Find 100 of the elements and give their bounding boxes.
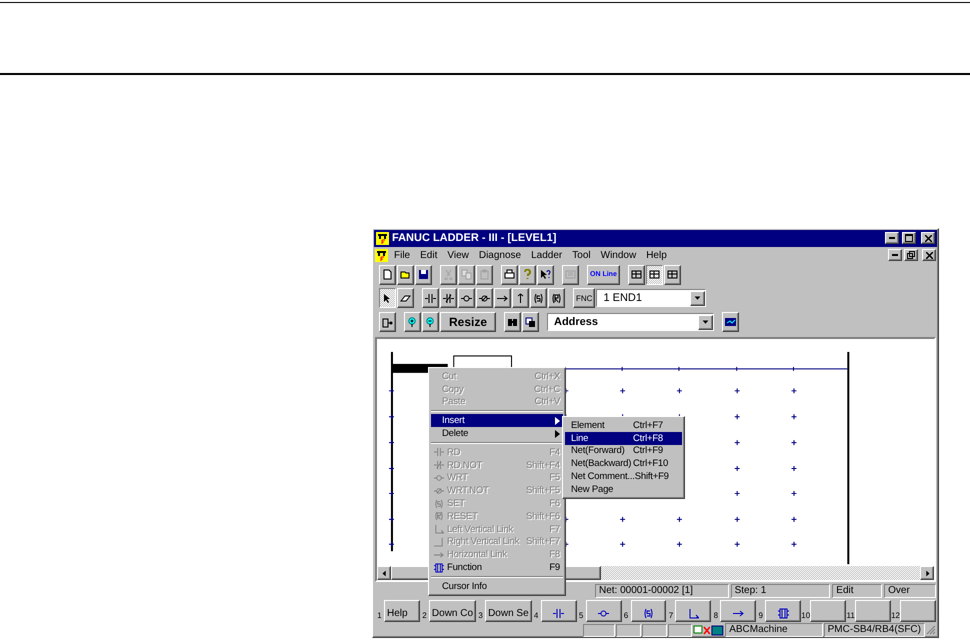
monitor-icon [565, 269, 576, 280]
close-icon [924, 234, 932, 242]
zoom-out-icon [425, 316, 436, 328]
minimize-icon [892, 254, 898, 256]
key-number: 2 [421, 611, 428, 622]
set-coil-icon [642, 608, 654, 620]
minimize-button[interactable] [888, 249, 902, 262]
menu-item[interactable]: Ladder [527, 250, 566, 261]
eraser-icon [400, 292, 411, 304]
key-number: 4 [532, 611, 540, 622]
left-link-icon [433, 524, 445, 534]
function-icon [433, 562, 445, 573]
context-menu-item[interactable]: Insert [431, 414, 563, 428]
toolbar-button[interactable] [646, 264, 663, 285]
closed-contact-icon [443, 292, 454, 304]
new-file-icon [382, 269, 393, 280]
negated-coil-icon [433, 486, 445, 496]
function-key-button[interactable] [900, 600, 936, 622]
replace-icon [525, 316, 536, 328]
closed-contact-icon [433, 460, 445, 470]
function-key-button[interactable] [855, 600, 892, 622]
scroll-right-button[interactable] [920, 566, 934, 580]
resize-grip-icon[interactable] [926, 625, 936, 635]
scroll-left-button[interactable] [377, 566, 391, 580]
submenu-item[interactable]: Net(Backward) Ctrl+F10 [565, 457, 682, 470]
context-help-icon [540, 269, 551, 280]
context-menu-item[interactable]: Cursor Info [431, 580, 563, 593]
maximize-icon [905, 234, 913, 242]
copy-icon [461, 269, 472, 280]
function-key-button[interactable] [586, 600, 622, 622]
folder-icon [400, 269, 411, 280]
status-field: Step: 1 [730, 584, 830, 598]
window-title: FANUC LADDER - III - [LEVEL1] [392, 232, 558, 244]
vertical-line-icon [515, 292, 526, 304]
coil-icon [433, 472, 445, 483]
layout-icon [666, 269, 678, 280]
key-number: 9 [758, 611, 764, 622]
toolbar-button[interactable] [379, 288, 396, 308]
submenu-item[interactable]: New Page [565, 482, 682, 496]
function-key-button[interactable] [675, 600, 712, 622]
function-key-button[interactable]: Down Se [485, 600, 532, 622]
horizontal-link-icon [433, 550, 445, 560]
menu-item[interactable]: File [390, 250, 414, 261]
restore-icon [907, 251, 915, 260]
key-number: 1 [376, 611, 383, 622]
coil-icon [598, 608, 610, 620]
close-button[interactable] [922, 249, 936, 262]
status-pane [583, 624, 615, 636]
maximize-button[interactable] [902, 232, 916, 244]
submenu-item[interactable]: Net Comment...Shift+F9 [565, 470, 682, 483]
horizontal-line-icon [732, 608, 744, 620]
menu-item[interactable]: Window [596, 250, 640, 261]
close-button[interactable] [921, 232, 935, 244]
status-field: Net: 00001-00002 [1] [595, 584, 729, 598]
reset-coil-icon [433, 511, 445, 522]
app-logo-icon [376, 232, 389, 245]
key-number: 7 [668, 611, 674, 622]
paste-icon [479, 269, 490, 280]
right-link-icon [433, 536, 445, 547]
menu-item[interactable]: View [443, 250, 473, 261]
menu-item[interactable]: Tool [568, 250, 595, 261]
resize-button[interactable]: Resize [440, 312, 496, 332]
submenu-item[interactable]: Element Ctrl+F7 [565, 419, 682, 432]
help-icon [522, 269, 533, 280]
function-key-button[interactable] [540, 600, 577, 622]
function-button[interactable]: FNC [573, 288, 596, 308]
context-menu-item[interactable]: Function F9 [431, 561, 563, 574]
negated-coil-icon [479, 292, 490, 304]
status-field: Over [884, 584, 936, 598]
left-arrow-icon [380, 568, 388, 578]
key-number: 11 [846, 611, 856, 622]
menu-item[interactable]: Edit [416, 250, 442, 261]
context-menu-item[interactable]: Delete [431, 427, 563, 440]
contact-icon [553, 608, 564, 620]
key-number: 5 [578, 611, 584, 622]
left-link-icon [688, 608, 699, 620]
minimize-button[interactable] [885, 232, 899, 244]
pmc-model: PMC-SB4/RB4(SFC) [824, 623, 926, 637]
coil-icon [461, 292, 472, 304]
dropdown[interactable]: 1 END1 [596, 289, 706, 308]
dropdown[interactable]: Address [547, 313, 714, 332]
app-logo-icon [375, 248, 388, 262]
function-key-button[interactable]: Down Co [428, 600, 476, 622]
function-key-button[interactable]: Help [384, 600, 420, 622]
zoom-in-icon [407, 316, 418, 328]
exit-icon [382, 316, 393, 328]
key-number: 6 [622, 611, 630, 622]
key-number: 12 [891, 611, 900, 622]
submenu-item[interactable]: Net(Forward) Ctrl+F9 [565, 444, 682, 458]
function-icon [778, 608, 789, 620]
function-key-button[interactable] [810, 600, 846, 622]
submenu-item[interactable]: Line Ctrl+F8 [565, 432, 682, 445]
save-icon [418, 269, 429, 280]
menu-item[interactable]: Diagnose [474, 250, 526, 261]
restore-button[interactable] [904, 249, 918, 262]
function-key-button[interactable] [630, 600, 666, 622]
status-pane [642, 624, 667, 636]
function-key-button[interactable] [720, 600, 756, 622]
menu-item[interactable]: Help [642, 250, 671, 261]
function-key-button[interactable] [765, 600, 802, 622]
